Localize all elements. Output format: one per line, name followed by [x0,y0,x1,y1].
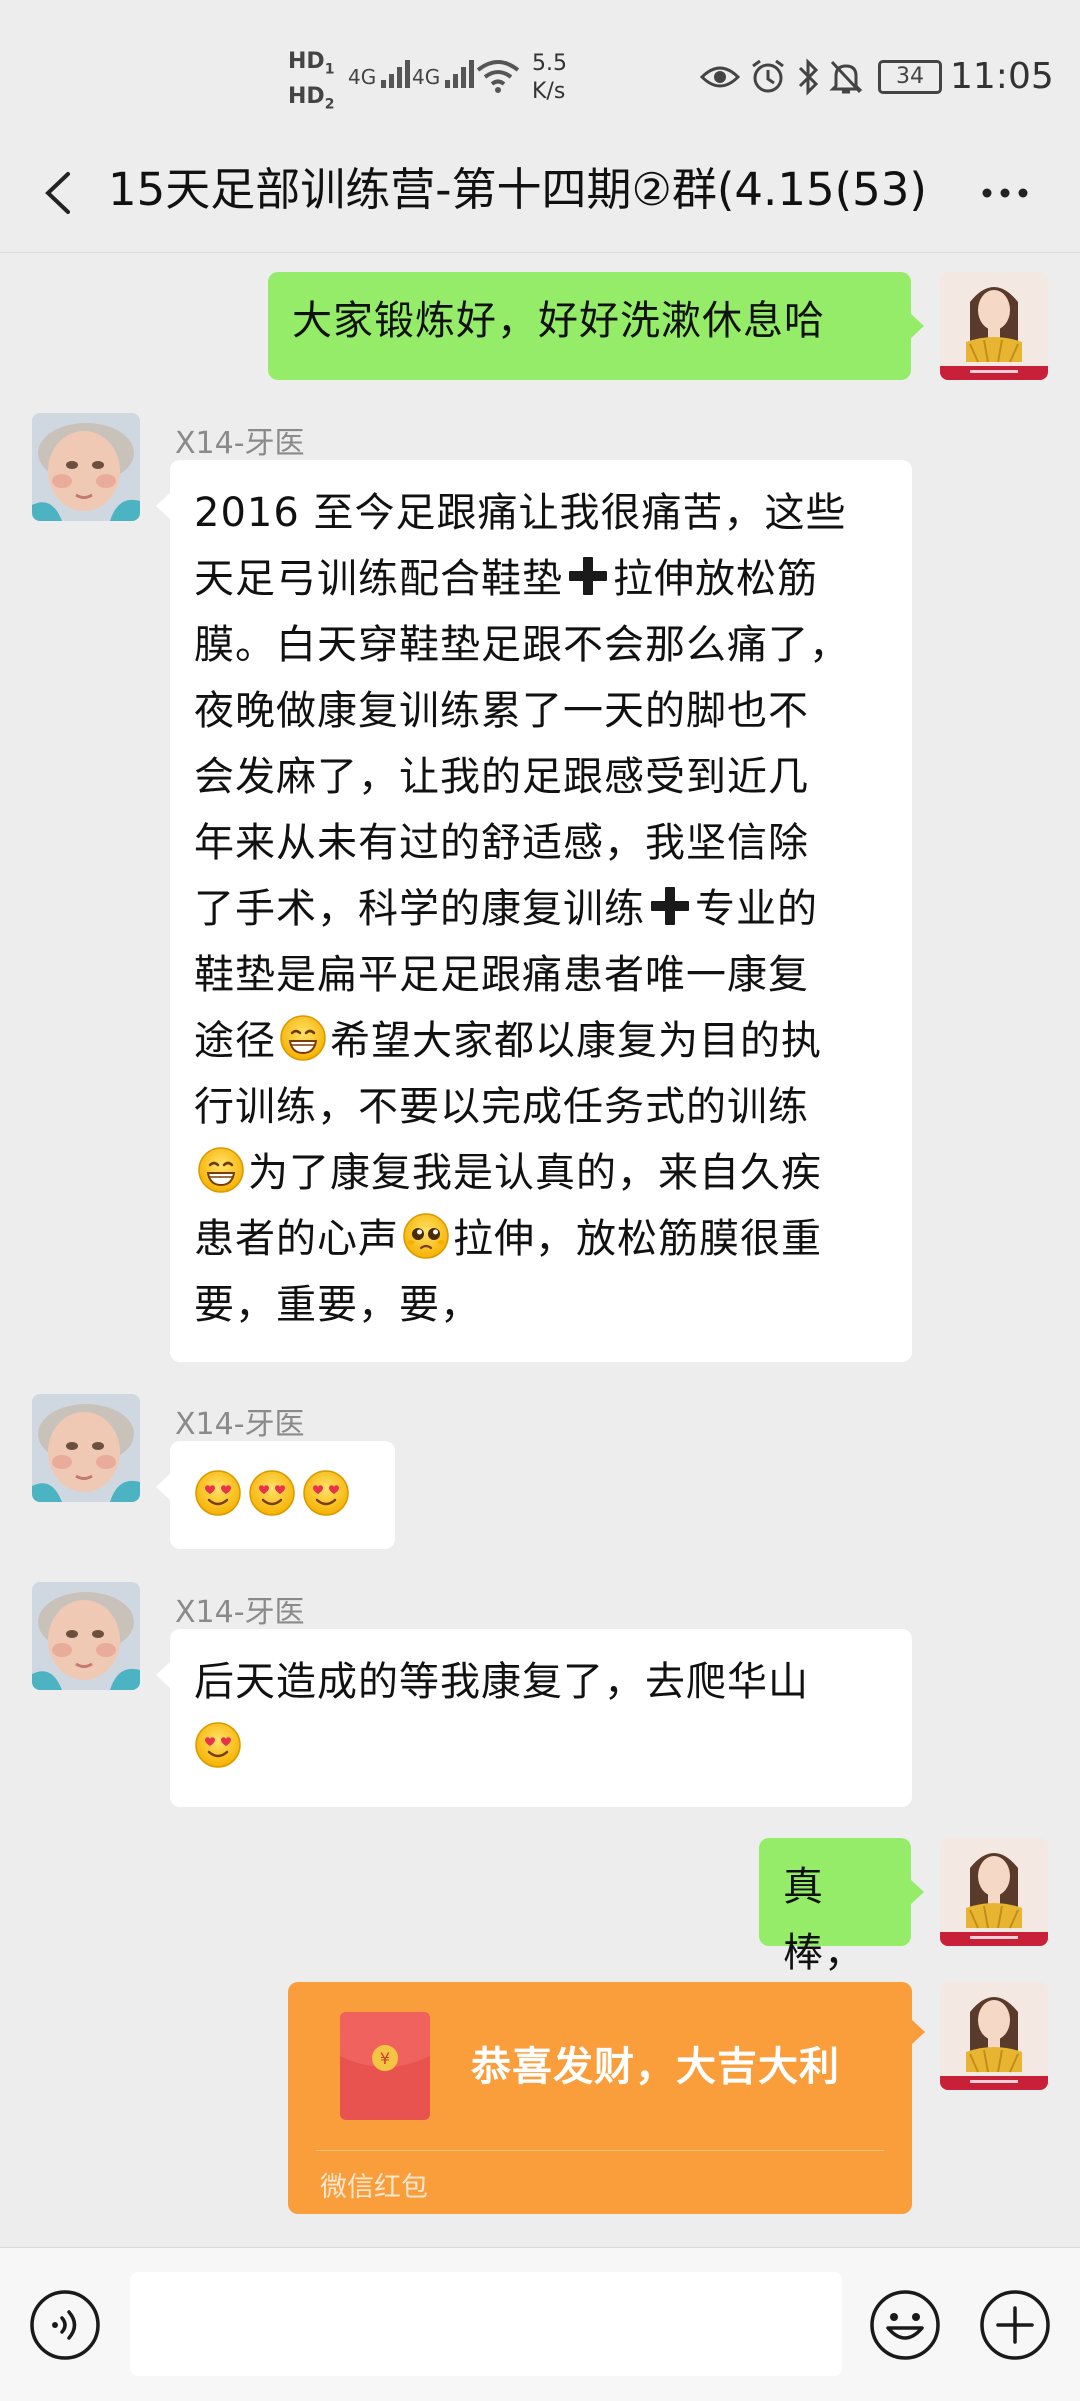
red-packet-icon: ¥ [340,2012,430,2120]
sim2-hd: HD [288,84,325,110]
signal-2: 4G [412,56,481,90]
sender-name: X14-牙医 [175,1407,305,1442]
plus-emoji-icon [648,884,692,928]
text-segment: 拉伸，放松筋膜很重 [453,1216,822,1262]
red-packet-label: 微信红包 [320,2172,428,2203]
plus-icon[interactable] [978,2288,1052,2362]
text-segment: 天足弓训练配合鞋垫 [194,556,563,602]
text-segment: 为了康复我是认真的，来自久疾 [248,1150,822,1196]
text-line: 2016 至今足跟痛让我很痛苦，这些 [194,490,847,536]
sim1-index: 1 [324,61,335,78]
text-segment: 了手术，科学的康复训练 [194,886,645,932]
more-icon[interactable] [975,168,1035,218]
avatar-sender[interactable] [32,413,140,521]
sim-indicators: HD1 HD2 [288,48,334,119]
message-input[interactable] [130,2272,842,2376]
avatar-self[interactable] [940,272,1048,380]
chat-title: 15天足部训练营-第十四期②群(4.15(53) [108,163,927,216]
alarm-icon [752,59,784,93]
text-segment: 拉伸放松筋 [613,556,818,602]
speed-value: 5.5 [532,51,567,76]
bubble-tail [156,1662,170,1688]
red-packet-message: 恭喜发财，大吉大利 [471,2044,840,2090]
message-bubble-other[interactable]: 后天造成的等我康复了，去爬华山 [170,1629,912,1807]
message-bubble-other[interactable]: 2016 至今足跟痛让我很痛苦，这些 天足弓训练配合鞋垫 拉伸放松筋 膜。白天穿鞋… [170,460,912,1362]
wifi-icon [476,60,520,93]
eye-icon [700,66,740,88]
text-line: 为了康复我是认真的，来自久疾 [194,1140,888,1206]
heart-eyes-emoji-icon [248,1469,296,1517]
text-line: 年来从未有过的舒适感，我坚信除 [194,820,809,866]
grin-emoji-icon [279,1014,327,1062]
sender-name: X14-牙医 [175,1595,305,1630]
text-line: 鞋垫是扁平足足跟痛患者唯一康复 [194,952,809,998]
clock: 11:05 [950,56,1054,97]
text-line: 行训练，不要以完成任务式的训练 [194,1084,809,1130]
red-packet-divider [316,2150,884,2151]
bubble-tail [910,313,924,339]
text-segment: 患者的心声 [194,1216,399,1262]
net2-label: 4G [412,65,441,89]
speed-unit: K/s [532,79,566,104]
text-line: 天足弓训练配合鞋垫 拉伸放松筋 [194,546,888,612]
text-segment: 专业的 [695,886,818,932]
plus-emoji-icon [566,554,610,598]
status-bar: HD1 HD2 4G 4G 5.5 K/s 34 11:05 [0,0,1080,140]
avatar-self[interactable] [940,1982,1048,2090]
header-divider [0,252,1080,253]
text-line: 后天造成的等我康复了，去爬华山 [194,1659,809,1705]
text-line: 会发麻了，让我的足跟感受到近几 [194,754,809,800]
bubble-tail [911,2019,925,2045]
sim1-hd: HD [288,49,325,74]
bubble-tail [156,493,170,519]
text-line: 膜。白天穿鞋垫足跟不会那么痛了， [194,622,850,668]
text-line: 要，重要，要， [194,1282,481,1328]
chat-input-bar [0,2247,1080,2401]
voice-icon[interactable] [28,2288,102,2362]
text-segment: 希望大家都以康复为目的执 [330,1018,822,1064]
text-line: 了手术，科学的康复训练 专业的 [194,876,888,942]
battery-level: 34 [878,60,942,94]
chat-header: 15天足部训练营-第十四期②群(4.15(53) [0,140,1080,250]
text-line [194,1715,888,1781]
net1-label: 4G [348,65,377,89]
bubble-tail [156,1474,170,1500]
back-arrow-icon[interactable] [38,168,78,218]
heart-eyes-emoji-icon [194,1469,242,1517]
heart-eyes-emoji-icon [302,1469,350,1517]
text-line: 夜晚做康复训练累了一天的脚也不 [194,688,809,734]
pleading-emoji-icon [402,1212,450,1260]
sender-name: X14-牙医 [175,426,305,461]
avatar-sender[interactable] [32,1582,140,1690]
red-packet-card[interactable]: ¥ 恭喜发财，大吉大利 微信红包 [288,1982,912,2214]
battery: 34 [878,60,942,94]
avatar-self[interactable] [940,1838,1048,1946]
bluetooth-icon [798,58,819,96]
heart-eyes-emoji-icon [194,1721,242,1769]
message-bubble-self[interactable]: 大家锻炼好，好好洗漱休息哈 [268,272,911,380]
text-segment: 途径 [194,1018,276,1064]
bubble-tail [910,1879,924,1905]
signal-1: 4G [348,56,417,90]
grin-emoji-icon [197,1146,245,1194]
yuan-symbol: ¥ [380,2049,390,2068]
message-bubble-other[interactable] [170,1441,395,1549]
message-bubble-self[interactable]: 真棒， [759,1838,911,1976]
mute-bell-icon [829,60,863,94]
emoji-icon[interactable] [868,2288,942,2362]
network-speed: 5.5 K/s [532,50,567,106]
text-line: 患者的心声 拉伸，放松筋膜很重 [194,1206,888,1272]
avatar-sender[interactable] [32,1394,140,1502]
sim2-index: 2 [324,96,335,113]
text-line: 途径 希望大家都以康复为目的执 [194,1008,888,1074]
